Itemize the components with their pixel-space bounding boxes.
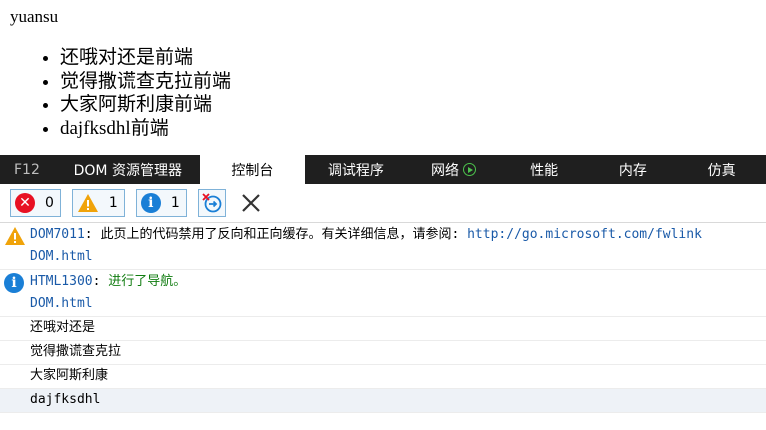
console-log-entry: 大家阿斯利康 <box>0 365 766 389</box>
message-text: 进行了导航。 <box>108 274 187 289</box>
clear-console-button[interactable] <box>238 189 264 217</box>
tab-label: 仿真 <box>707 162 736 179</box>
tab-dom-explorer[interactable]: DOM 资源管理器 <box>55 155 200 184</box>
info-filter-button[interactable]: i 1 <box>135 189 187 217</box>
console-log-entry: 还哦对还是 <box>0 317 766 341</box>
warning-icon <box>4 226 26 250</box>
tab-performance[interactable]: 性能 <box>500 155 589 184</box>
warnings-filter-button[interactable]: 1 <box>71 189 125 217</box>
info-icon: i <box>140 193 161 213</box>
tab-label: 调试程序 <box>327 162 384 179</box>
devtools-tab-bar: F12 DOM 资源管理器 控制台 调试程序 网络 性能 内存 仿真 <box>0 155 766 184</box>
message-code: HTML1300 <box>30 274 93 289</box>
error-icon: ✕ <box>15 193 35 213</box>
console-info-entry: i HTML1300: 进行了导航。 DOM.html <box>0 270 766 317</box>
console-log-entry: dajfksdhl <box>0 389 766 413</box>
info-icon: i <box>4 273 24 293</box>
console-warning-entry: DOM7011: 此页上的代码禁用了反向和正向缓存。有关详细信息，请参阅: ht… <box>0 223 766 270</box>
console-output: DOM7011: 此页上的代码禁用了反向和正向缓存。有关详细信息，请参阅: ht… <box>0 223 766 413</box>
message-code: DOM7011 <box>30 227 85 242</box>
list-item: dajfksdhl前端 <box>60 117 231 141</box>
tab-debugger[interactable]: 调试程序 <box>305 155 408 184</box>
tab-console[interactable]: 控制台 <box>200 155 305 184</box>
tab-label: 内存 <box>618 162 647 179</box>
source-link[interactable]: DOM.html <box>30 294 766 316</box>
tab-emulation[interactable]: 仿真 <box>677 155 766 184</box>
warning-icon <box>77 193 99 213</box>
list-item: 大家阿斯利康前端 <box>60 93 231 117</box>
info-count: 1 <box>170 195 180 211</box>
clear-on-navigate-icon <box>202 193 222 213</box>
errors-filter-button[interactable]: ✕ 0 <box>10 189 61 217</box>
source-link[interactable]: DOM.html <box>30 247 766 269</box>
clear-on-navigate-toggle[interactable] <box>197 189 226 217</box>
tab-memory[interactable]: 内存 <box>589 155 678 184</box>
tab-network[interactable]: 网络 <box>407 155 500 184</box>
devtools-panel: F12 DOM 资源管理器 控制台 调试程序 网络 性能 内存 仿真 ✕ 0 1… <box>0 155 766 430</box>
list-item: 还哦对还是前端 <box>60 46 231 70</box>
tab-label: 网络 <box>430 162 459 179</box>
tab-label: 性能 <box>530 162 559 179</box>
tab-label: DOM 资源管理器 <box>73 162 182 179</box>
message-separator: : <box>92 274 109 289</box>
page-list: 还哦对还是前端 觉得撒谎查克拉前端 大家阿斯利康前端 dajfksdhl前端 <box>20 46 231 140</box>
help-link[interactable]: http://go.microsoft.com/fwlink <box>467 227 702 242</box>
list-item: 觉得撒谎查克拉前端 <box>60 70 231 94</box>
play-icon <box>462 163 476 176</box>
warning-count: 1 <box>108 195 118 211</box>
console-log-entry: 觉得撒谎查克拉 <box>0 341 766 365</box>
message-text: 此页上的代码禁用了反向和正向缓存。有关详细信息，请参阅: <box>100 227 468 242</box>
page-title: yuansu <box>10 7 59 26</box>
console-toolbar: ✕ 0 1 i 1 <box>0 184 766 223</box>
message-separator: : <box>84 227 101 242</box>
f12-label: F12 <box>14 161 40 178</box>
close-icon <box>241 194 260 212</box>
error-count: 0 <box>45 195 54 211</box>
tab-label: 控制台 <box>231 162 274 179</box>
